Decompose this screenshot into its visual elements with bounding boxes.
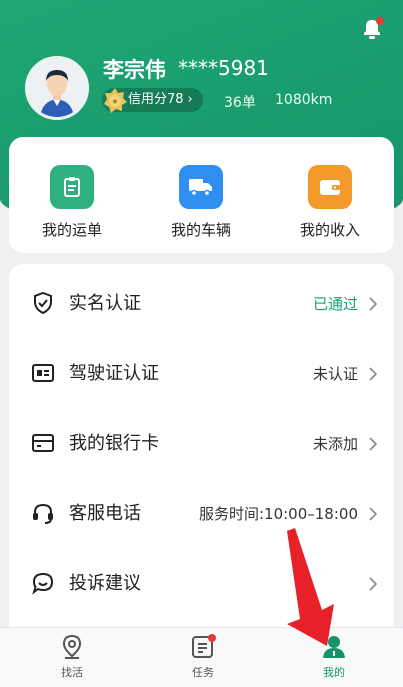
chevron-right-icon xyxy=(369,297,378,311)
wallet-icon xyxy=(320,180,340,195)
notification-bell-icon[interactable] xyxy=(360,16,386,42)
user-name: 李宗伟 xyxy=(103,58,166,82)
location-pin-icon xyxy=(62,634,82,659)
menu-item-real-name-verification[interactable]: 实名认证 已通过 xyxy=(9,269,394,339)
menu-item-title: 驾驶证认证 xyxy=(69,363,159,384)
menu-item-status: 未添加 xyxy=(312,435,358,453)
tab-label: 我的 xyxy=(323,666,345,679)
truck-icon xyxy=(189,179,212,197)
shield-check-icon xyxy=(34,291,52,315)
quick-action-label: 我的收入 xyxy=(299,221,360,239)
credit-score-label: 信用分78 xyxy=(128,92,184,107)
avatar[interactable] xyxy=(25,56,89,120)
task-list-icon xyxy=(192,634,216,658)
id-card-icon xyxy=(32,364,54,382)
svg-text:★: ★ xyxy=(111,97,118,106)
menu-item-bank-card[interactable]: 我的银行卡 未添加 xyxy=(9,409,394,479)
menu-item-status: 已通过 xyxy=(312,295,358,313)
tab-label: 找活 xyxy=(61,666,83,679)
quick-action-my-vehicles[interactable]: 我的车辆 xyxy=(146,165,256,240)
bottom-tab-bar: 找活 任务 我的 xyxy=(0,627,403,687)
quick-action-label: 我的车辆 xyxy=(170,221,231,239)
menu-item-title: 客服电话 xyxy=(69,503,141,524)
tab-tasks[interactable]: 任务 xyxy=(163,634,243,680)
headset-icon xyxy=(33,503,53,524)
quick-action-my-income[interactable]: 我的收入 xyxy=(275,165,385,240)
quick-actions-card: 我的运单 我的车辆 我的收入 xyxy=(9,137,394,253)
menu-item-status: 未认证 xyxy=(312,365,358,383)
quick-action-my-waybills[interactable]: 我的运单 xyxy=(17,165,127,240)
total-distance: 1080km xyxy=(275,92,333,108)
tab-find-work[interactable]: 找活 xyxy=(32,634,112,680)
credit-score-badge[interactable]: ★ 信用分78 › xyxy=(102,88,203,113)
chat-icon xyxy=(32,572,54,595)
chevron-right-icon: › xyxy=(187,92,193,107)
tab-label: 任务 xyxy=(192,666,214,679)
document-icon xyxy=(64,177,80,197)
menu-item-driver-license[interactable]: 驾驶证认证 未认证 xyxy=(9,339,394,409)
phone-number: ****5981 xyxy=(178,56,269,80)
bank-card-icon xyxy=(32,434,54,452)
chevron-right-icon xyxy=(369,577,378,591)
menu-item-title: 投诉建议 xyxy=(69,573,141,594)
chevron-right-icon xyxy=(369,437,378,451)
menu-item-title: 我的银行卡 xyxy=(69,433,159,454)
quick-action-label: 我的运单 xyxy=(41,221,102,239)
red-arrow-annotation-icon xyxy=(287,528,334,646)
chevron-right-icon xyxy=(369,507,378,521)
menu-item-title: 实名认证 xyxy=(69,293,141,314)
chevron-right-icon xyxy=(369,367,378,381)
medal-icon: ★ xyxy=(104,88,127,113)
order-count: 36单 xyxy=(224,95,256,111)
